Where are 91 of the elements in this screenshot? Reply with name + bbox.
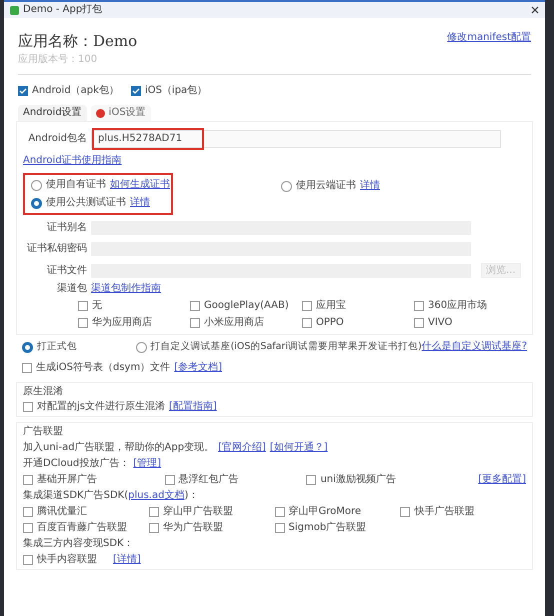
- radio-button[interactable]: [281, 180, 292, 192]
- checkbox-label: iOS（ipa包）: [144, 85, 208, 97]
- field-label: 集成三方内容变现SDK：: [23, 538, 135, 550]
- radio-label: 打正式包: [37, 341, 77, 353]
- checkbox[interactable]: [18, 86, 28, 96]
- checkbox-label: 华为应用商店: [92, 317, 152, 329]
- checkbox-label: 华为广告联盟: [162, 522, 223, 534]
- radio-label: 使用云端证书: [296, 180, 356, 192]
- checkbox-label: 穿山甲GroMore: [288, 506, 362, 518]
- checkbox[interactable]: [78, 318, 88, 328]
- checkbox-label: VIVO: [428, 317, 452, 329]
- sdk-label: 集成渠道SDK广告SDK(plus.ad文档)：: [23, 490, 200, 502]
- checkbox[interactable]: [148, 523, 159, 533]
- checkbox[interactable]: [164, 475, 175, 485]
- radio-button[interactable]: [31, 180, 42, 190]
- checkbox-label: Sigmob广告联盟: [288, 522, 366, 534]
- checkbox[interactable]: [23, 402, 33, 412]
- checkbox-label: 小米应用商店: [204, 317, 264, 329]
- link[interactable]: 详情: [130, 197, 150, 209]
- tab[interactable]: iOS设置: [90, 105, 151, 121]
- checkbox[interactable]: [190, 318, 200, 328]
- checkbox-label: 腾讯优量汇: [37, 506, 87, 518]
- close-icon[interactable]: [531, 6, 539, 14]
- radio-button[interactable]: [136, 342, 147, 352]
- checkbox-label: 穿山甲广告联盟: [162, 506, 233, 518]
- app-name: 应用名称：Demo: [18, 32, 138, 50]
- field-label: 证书别名: [46, 222, 87, 234]
- section-title: 原生混淆: [23, 386, 64, 398]
- link[interactable]: [更多配置]: [478, 474, 526, 486]
- checkbox[interactable]: [274, 523, 284, 533]
- checkbox[interactable]: [23, 507, 33, 517]
- field-value: plus.H5278AD71: [92, 128, 204, 150]
- checkbox[interactable]: [306, 475, 316, 485]
- checkbox-label: 悬浮红包广告: [178, 474, 239, 486]
- link[interactable]: 详情: [360, 180, 380, 192]
- field-label: Android包名: [27, 133, 87, 145]
- field-label: 开通DCloud投放广告：: [23, 458, 130, 470]
- link[interactable]: [参考文档]: [174, 362, 222, 374]
- checkbox[interactable]: [22, 363, 32, 373]
- checkbox-label: Android（apk包）: [32, 85, 119, 97]
- radio-label: 使用公共测试证书: [46, 197, 126, 209]
- link[interactable]: 如何生成证书: [110, 179, 170, 191]
- checkbox[interactable]: [414, 318, 424, 328]
- checkbox-label: GooglePlay(AAB): [204, 300, 289, 312]
- checkbox[interactable]: [414, 301, 424, 311]
- link[interactable]: 修改manifest配置: [447, 32, 531, 44]
- app-version: 应用版本号：100: [18, 54, 98, 66]
- checkbox-label: 无: [92, 300, 102, 312]
- package-field[interactable]: plus.H5278AD71: [91, 130, 501, 148]
- link[interactable]: [配置指南]: [169, 401, 217, 413]
- field-label: 证书私钥密码: [26, 243, 87, 255]
- radio-button[interactable]: [22, 342, 33, 352]
- link[interactable]: [详情]: [113, 554, 141, 566]
- checkbox[interactable]: [148, 507, 159, 517]
- field-label: 渠道包: [56, 283, 87, 295]
- checkbox-label: uni激励视频广告: [320, 474, 396, 486]
- checkbox[interactable]: [302, 301, 312, 311]
- checkbox[interactable]: [302, 318, 312, 328]
- tab[interactable]: Android设置: [18, 105, 87, 121]
- checkbox[interactable]: [400, 507, 410, 517]
- radio-button[interactable]: [31, 198, 42, 208]
- link[interactable]: 什么是自定义调试基座?: [422, 341, 527, 353]
- checkbox-label: 360应用市场: [428, 300, 488, 312]
- app-icon: [10, 6, 19, 14]
- link[interactable]: [官网介绍]: [218, 442, 266, 454]
- intro-text: 加入uni-ad广告联盟，帮助你的App变现。: [23, 442, 214, 454]
- checkbox-label: 快手内容联盟: [37, 554, 97, 566]
- checkbox[interactable]: [23, 475, 33, 485]
- checkbox[interactable]: [78, 301, 88, 311]
- checkbox[interactable]: [190, 301, 200, 311]
- checkbox-label: 对配置的js文件进行原生混淆: [37, 401, 165, 413]
- checkbox-label: 快手广告联盟: [414, 506, 474, 518]
- radio-label: 打自定义调试基座(iOS的Safari调试需要用苹果开发证书打包): [150, 341, 422, 353]
- link[interactable]: 渠道包制作指南: [91, 283, 161, 295]
- checkbox[interactable]: [130, 86, 141, 96]
- checkbox-label: 基础开屏广告: [37, 474, 97, 486]
- link[interactable]: Android证书使用指南: [23, 155, 122, 166]
- checkbox-label: 应用宝: [316, 300, 346, 312]
- checkbox-label: 百度百青藤广告联盟: [37, 522, 127, 534]
- checkbox[interactable]: [274, 507, 284, 517]
- radio-label: 使用自有证书: [46, 179, 106, 191]
- section-title: 广告联盟: [23, 426, 64, 438]
- link[interactable]: [如何开通？]: [270, 442, 328, 454]
- checkbox-label: OPPO: [316, 317, 344, 329]
- window-title: Demo - App打包: [23, 4, 102, 16]
- link[interactable]: [管理]: [133, 458, 162, 470]
- field-label: 证书文件: [46, 264, 87, 276]
- checkbox-label: 生成iOS符号表（dsym）文件: [36, 362, 170, 374]
- checkbox[interactable]: [23, 555, 33, 565]
- link[interactable]: plus.ad文档: [128, 490, 184, 501]
- checkbox[interactable]: [23, 523, 33, 533]
